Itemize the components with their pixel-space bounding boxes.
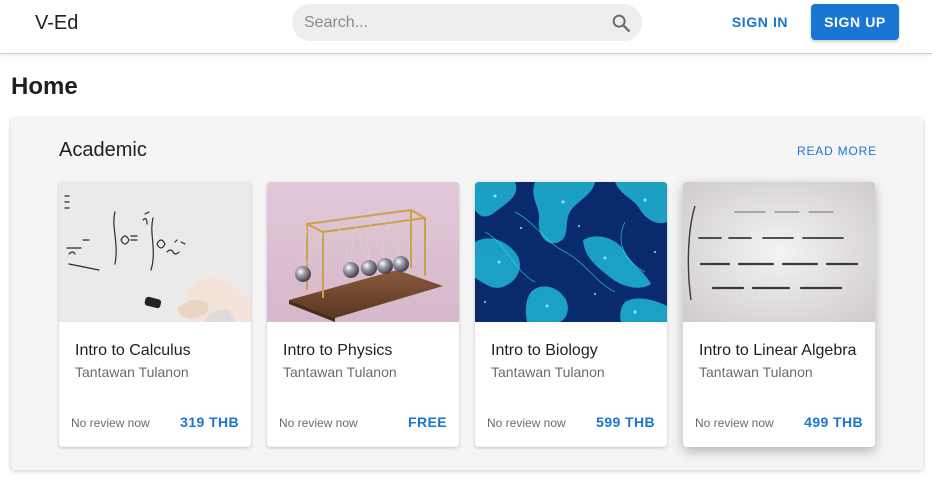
- search-bar[interactable]: [292, 4, 642, 41]
- course-image-physics: [267, 182, 459, 322]
- app-bar: V-Ed SIGN IN SIGN UP: [0, 0, 932, 54]
- course-image-biology: [475, 182, 667, 322]
- course-title: Intro to Biology: [491, 342, 598, 359]
- course-author: Tantawan Tulanon: [75, 364, 189, 380]
- brand-logo[interactable]: V-Ed: [35, 12, 78, 35]
- section-title: Academic: [59, 139, 147, 161]
- course-image-calculus: [59, 182, 251, 322]
- course-title: Intro to Physics: [283, 342, 393, 359]
- course-review-status: No review now: [695, 416, 774, 430]
- course-author: Tantawan Tulanon: [491, 364, 605, 380]
- read-more-link[interactable]: READ MORE: [797, 144, 877, 158]
- course-card-biology[interactable]: Intro to Biology Tantawan Tulanon No rev…: [475, 182, 667, 447]
- academic-section: Academic READ MORE Intro to Calculus Tan…: [11, 118, 923, 470]
- course-card-linear-algebra[interactable]: Intro to Linear Algebra Tantawan Tulanon…: [683, 182, 875, 447]
- course-image-linear-algebra: [683, 182, 875, 322]
- course-review-status: No review now: [279, 416, 358, 430]
- course-title: Intro to Calculus: [75, 342, 191, 359]
- course-card-physics[interactable]: Intro to Physics Tantawan Tulanon No rev…: [267, 182, 459, 447]
- course-price: 599 THB: [596, 414, 655, 430]
- course-author: Tantawan Tulanon: [283, 364, 397, 380]
- search-icon[interactable]: [610, 12, 632, 34]
- search-input[interactable]: [304, 4, 604, 41]
- course-review-status: No review now: [71, 416, 150, 430]
- page-title: Home: [11, 73, 78, 100]
- course-review-status: No review now: [487, 416, 566, 430]
- sign-in-button[interactable]: SIGN IN: [724, 6, 796, 38]
- course-price: 499 THB: [804, 414, 863, 430]
- sign-up-button[interactable]: SIGN UP: [811, 4, 899, 40]
- course-price: 319 THB: [180, 414, 239, 430]
- course-card-calculus[interactable]: Intro to Calculus Tantawan Tulanon No re…: [59, 182, 251, 447]
- course-title: Intro to Linear Algebra: [699, 342, 857, 359]
- course-author: Tantawan Tulanon: [699, 364, 813, 380]
- course-price: FREE: [408, 414, 447, 430]
